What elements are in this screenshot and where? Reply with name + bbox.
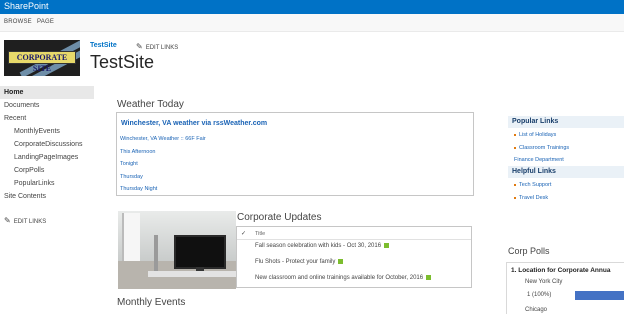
helpful-link-label: Travel Desk [519,195,549,201]
list-item-title[interactable]: Flu Shots - Protect your family [255,259,335,265]
weather-webpart: Winchester, VA weather via rssWeather.co… [116,112,474,196]
sharepoint-brand-link[interactable]: SharePoint [4,1,49,11]
polls-heading: Corp Polls [508,246,550,256]
weather-line[interactable]: This Afternoon [120,149,155,155]
new-item-icon [426,275,432,280]
weather-line[interactable]: Thursday [120,174,143,180]
helpful-link[interactable]: Travel Desk [514,195,548,201]
breadcrumb-site-link[interactable]: TestSite [90,42,117,49]
bullet-icon [514,183,516,186]
list-item-title[interactable]: Fall season celebration with kids - Oct … [255,243,381,249]
popular-link[interactable]: Classroom Trainings [514,145,569,151]
column-header-title[interactable]: Title [255,231,265,237]
nav-item-corppolls[interactable]: CorpPolls [0,164,94,177]
nav-item-recent: Recent [4,115,27,122]
nav-item-site-contents[interactable]: Site Contents [0,190,94,203]
logo-plate: CORPORATE SITE [8,51,76,73]
nav-item-corporatediscussions[interactable]: CorporateDiscussions [0,138,94,151]
list-item[interactable]: Flu Shots - Protect your family [255,259,344,265]
weather-line[interactable]: Thursday Night [120,186,157,192]
photo-lamp [154,235,158,271]
tab-page[interactable]: PAGE [37,19,54,25]
helpful-link-label: Tech Support [519,182,552,188]
helpful-links-heading: Helpful Links [508,166,624,178]
suite-bar: SharePoint [0,0,624,14]
logo-text: CORPORATE SITE [16,53,68,73]
popular-link[interactable]: Finance Department [514,157,564,163]
popular-link[interactable]: List of Holidays [514,132,556,138]
new-item-icon [338,259,344,264]
nav-item-documents[interactable]: Documents [0,99,94,112]
header-divider [237,239,471,240]
poll-option-name: New York City [525,279,563,285]
edit-links-nav[interactable]: ✎ EDIT LINKS [4,216,46,225]
tab-browse[interactable]: BROWSE [4,19,32,25]
weather-line[interactable]: Tonight [120,161,138,167]
nav-item-home[interactable]: Home [0,86,94,99]
nav-item-landingpageimages[interactable]: LandingPageImages [0,151,94,164]
pencil-icon: ✎ [136,42,143,51]
bullet-icon [514,133,516,136]
poll-webpart: 1. Location for Corporate Annua New York… [506,262,624,314]
select-all-checkmark-icon[interactable]: ✓ [241,230,246,237]
helpful-link[interactable]: Tech Support [514,182,551,188]
bullet-icon [514,146,516,149]
events-heading: Monthly Events [117,297,186,308]
poll-option-result: 1 (100%) [527,292,552,298]
new-item-icon [384,243,390,248]
quick-launch: Home Documents Recent MonthlyEvents Corp… [0,86,94,203]
pencil-icon: ✎ [4,216,11,225]
list-item[interactable]: New classroom and online trainings avail… [255,275,432,281]
bullet-icon [514,196,516,199]
landing-page-image [118,211,236,289]
nav-item-popularlinks[interactable]: PopularLinks [0,177,94,190]
ribbon: BROWSE PAGE [0,14,624,32]
photo-desk [148,271,236,277]
list-item[interactable]: Fall season celebration with kids - Oct … [255,243,390,249]
edit-links-label: EDIT LINKS [13,219,47,225]
site-logo[interactable]: CORPORATE SITE [4,40,80,76]
weather-feed-title[interactable]: Winchester, VA weather via rssWeather.co… [121,120,267,127]
list-item-title[interactable]: New classroom and online trainings avail… [255,275,423,281]
popular-links-heading: Popular Links [508,116,624,128]
poll-result-bar [575,291,624,300]
nav-item-monthlyevents[interactable]: MonthlyEvents [0,125,94,138]
updates-heading: Corporate Updates [237,212,322,223]
popular-link-label: Classroom Trainings [519,145,570,151]
updates-list: ✓ Title Fall season celebration with kid… [236,226,472,288]
poll-option-name: Chicago [525,307,548,313]
weather-heading: Weather Today [117,99,184,110]
photo-monitor [174,235,226,269]
poll-question: 1. Location for Corporate Annua [511,267,611,274]
page-title: TestSite [90,52,155,72]
edit-links-label: EDIT LINKS [145,45,179,51]
weather-line[interactable]: Winchester, VA Weather :: 66F Fair [120,136,206,142]
popular-link-label: List of Holidays [519,132,557,138]
edit-links-top[interactable]: ✎ EDIT LINKS [136,42,178,51]
popular-link-label: Finance Department [514,157,564,163]
